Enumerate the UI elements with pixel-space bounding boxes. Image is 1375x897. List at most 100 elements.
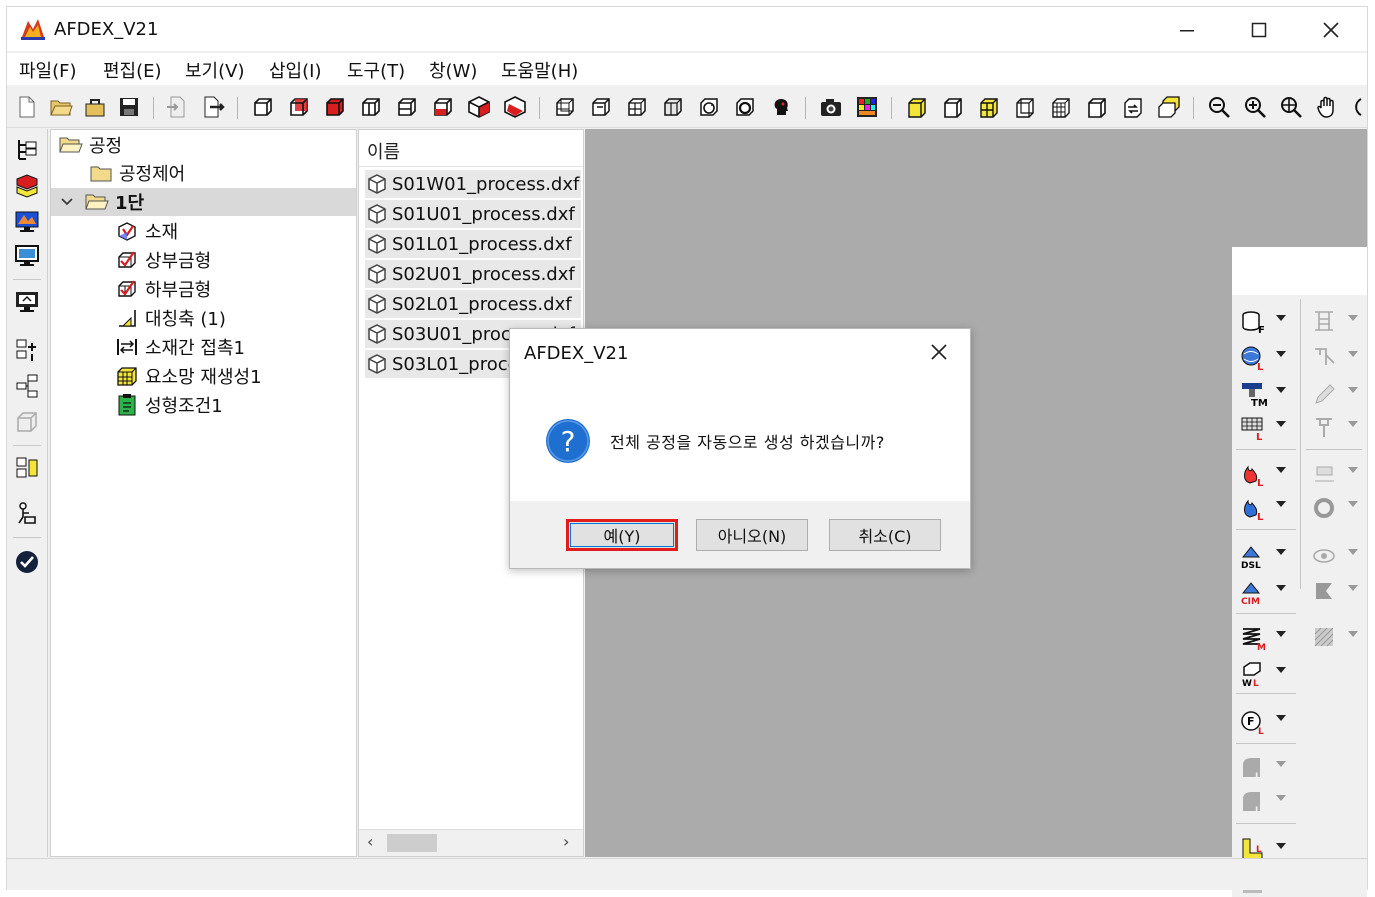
menu-window[interactable]: 창(W) bbox=[429, 57, 477, 83]
tree-item-remesh[interactable]: 요소망 재생성1 bbox=[115, 363, 262, 389]
tree-item-forming-condition[interactable]: 성형조건1 bbox=[115, 392, 223, 418]
press-tm-button[interactable]: TM bbox=[1240, 379, 1290, 407]
cube-top-view-icon[interactable] bbox=[395, 95, 419, 119]
process-table-icon[interactable] bbox=[14, 455, 40, 481]
rotate-view-icon[interactable] bbox=[697, 95, 721, 119]
dialog-close-button[interactable] bbox=[930, 339, 948, 367]
cim-button[interactable]: CIM bbox=[1240, 577, 1290, 605]
file-list-item[interactable]: S01L01_process.dxf bbox=[365, 230, 581, 258]
cube-bottom-view-icon[interactable] bbox=[431, 95, 455, 119]
horizontal-scrollbar[interactable]: ‹ › bbox=[359, 829, 583, 856]
export-icon[interactable] bbox=[201, 95, 225, 119]
import-icon[interactable] bbox=[165, 95, 189, 119]
new-file-icon[interactable] bbox=[15, 95, 39, 119]
zoom-fit-icon[interactable] bbox=[1279, 95, 1303, 119]
tree-item-symmetry-axis[interactable]: 대칭축 (1) bbox=[115, 305, 226, 331]
tree-item-process-control[interactable]: 공정제어 bbox=[89, 160, 185, 186]
heat-transfer-l-button[interactable]: L bbox=[1240, 493, 1290, 521]
check-icon[interactable] bbox=[14, 549, 40, 575]
no-button[interactable]: 아니오(N) bbox=[696, 519, 808, 551]
scroll-left-icon[interactable]: ‹ bbox=[367, 832, 373, 851]
camera-icon[interactable] bbox=[819, 95, 843, 119]
heat-l-button[interactable]: L bbox=[1240, 459, 1290, 487]
die-set-icon[interactable] bbox=[14, 173, 40, 199]
body-outline-icon[interactable] bbox=[941, 95, 965, 119]
dropdown-arrow-icon[interactable] bbox=[1276, 843, 1286, 849]
file-list-item[interactable]: S01U01_process.dxf bbox=[365, 200, 581, 228]
mesh-view-icon[interactable] bbox=[625, 95, 649, 119]
menu-edit[interactable]: 편집(E) bbox=[103, 57, 162, 83]
scrollbar-thumb[interactable] bbox=[387, 834, 437, 852]
dropdown-arrow-icon[interactable] bbox=[1276, 631, 1286, 637]
wl-button[interactable]: WL bbox=[1240, 659, 1290, 687]
yes-button[interactable]: 예(Y) bbox=[566, 519, 678, 551]
cube-iso-view-icon[interactable] bbox=[467, 95, 491, 119]
add-process-icon[interactable] bbox=[14, 337, 40, 363]
maximize-button[interactable] bbox=[1229, 13, 1289, 47]
tree-view-icon[interactable] bbox=[14, 137, 40, 163]
dropdown-arrow-icon[interactable] bbox=[1276, 315, 1286, 321]
tree-root[interactable]: 공정 bbox=[59, 132, 122, 158]
spin-view-icon[interactable] bbox=[733, 95, 757, 119]
material-l-button[interactable]: L bbox=[1240, 343, 1290, 371]
spring-m-button[interactable]: M bbox=[1240, 623, 1290, 651]
wireframe-view-icon[interactable] bbox=[553, 95, 577, 119]
dropdown-arrow-icon[interactable] bbox=[1276, 549, 1286, 555]
shaded-mesh-view-icon[interactable] bbox=[661, 95, 685, 119]
save-icon[interactable] bbox=[117, 95, 141, 119]
cube-section-view-icon[interactable] bbox=[503, 95, 527, 119]
rotate-partial-icon[interactable] bbox=[1349, 95, 1365, 119]
cube-left-view-icon[interactable] bbox=[323, 95, 347, 119]
cancel-button[interactable]: 취소(C) bbox=[829, 519, 941, 551]
body-mesh-icon[interactable] bbox=[1049, 95, 1073, 119]
menu-view[interactable]: 보기(V) bbox=[185, 57, 244, 83]
dropdown-arrow-icon[interactable] bbox=[1276, 667, 1286, 673]
body-plain-icon[interactable] bbox=[1085, 95, 1109, 119]
menu-insert[interactable]: 삽입(I) bbox=[269, 57, 321, 83]
result-monitor-icon[interactable] bbox=[14, 209, 40, 235]
dropdown-arrow-icon[interactable] bbox=[1276, 467, 1286, 473]
file-list-item[interactable]: S01W01_process.dxf bbox=[365, 170, 581, 198]
open-folder-icon[interactable] bbox=[49, 95, 73, 119]
scroll-right-icon[interactable]: › bbox=[563, 832, 569, 851]
cube-back-view-icon[interactable] bbox=[287, 95, 311, 119]
dropdown-arrow-icon[interactable] bbox=[1276, 387, 1286, 393]
operator-icon[interactable] bbox=[14, 501, 40, 527]
tree-item-material[interactable]: 소재 bbox=[115, 218, 178, 244]
menu-help[interactable]: 도움말(H) bbox=[501, 57, 578, 83]
cube-front-view-icon[interactable] bbox=[251, 95, 275, 119]
dropdown-arrow-icon[interactable] bbox=[1276, 715, 1286, 721]
column-header-name[interactable]: 이름 bbox=[367, 138, 400, 164]
monitor-icon[interactable] bbox=[14, 243, 40, 269]
dropdown-arrow-icon[interactable] bbox=[1276, 501, 1286, 507]
friction-l-button[interactable]: FL bbox=[1240, 707, 1290, 735]
dropdown-arrow-icon[interactable] bbox=[1276, 585, 1286, 591]
tree-item-lower-die[interactable]: 하부금형 bbox=[115, 276, 211, 302]
solid-body-icon[interactable] bbox=[905, 95, 929, 119]
screen-icon[interactable] bbox=[14, 289, 40, 315]
dropdown-arrow-icon[interactable] bbox=[1276, 351, 1286, 357]
file-list-item[interactable]: S02L01_process.dxf bbox=[365, 290, 581, 318]
close-button[interactable] bbox=[1301, 13, 1361, 47]
menu-file[interactable]: 파일(F) bbox=[19, 57, 77, 83]
material-f-button[interactable]: F bbox=[1240, 307, 1290, 335]
menu-tools[interactable]: 도구(T) bbox=[347, 57, 405, 83]
dropdown-arrow-icon[interactable] bbox=[1276, 421, 1286, 427]
tree-item-stage-1[interactable]: 1단 bbox=[59, 189, 144, 215]
body-grid-icon[interactable] bbox=[977, 95, 1001, 119]
process-flow-icon[interactable] bbox=[14, 373, 40, 399]
color-map-icon[interactable] bbox=[855, 95, 879, 119]
zoom-in-icon[interactable] bbox=[1243, 95, 1267, 119]
body-transparent-icon[interactable] bbox=[1013, 95, 1037, 119]
file-list-item[interactable]: S02U01_process.dxf bbox=[365, 260, 581, 288]
hidden-line-view-icon[interactable] bbox=[589, 95, 613, 119]
cube-right-view-icon[interactable] bbox=[359, 95, 383, 119]
head-view-icon[interactable] bbox=[769, 95, 793, 119]
dsl-button[interactable]: DSL bbox=[1240, 541, 1290, 569]
body-stack-icon[interactable] bbox=[1157, 95, 1181, 119]
pan-hand-icon[interactable] bbox=[1315, 95, 1339, 119]
minimize-button[interactable] bbox=[1157, 13, 1217, 47]
tree-item-upper-die[interactable]: 상부금형 bbox=[115, 247, 211, 273]
chevron-down-icon[interactable] bbox=[59, 194, 75, 210]
open-project-icon[interactable] bbox=[83, 95, 107, 119]
